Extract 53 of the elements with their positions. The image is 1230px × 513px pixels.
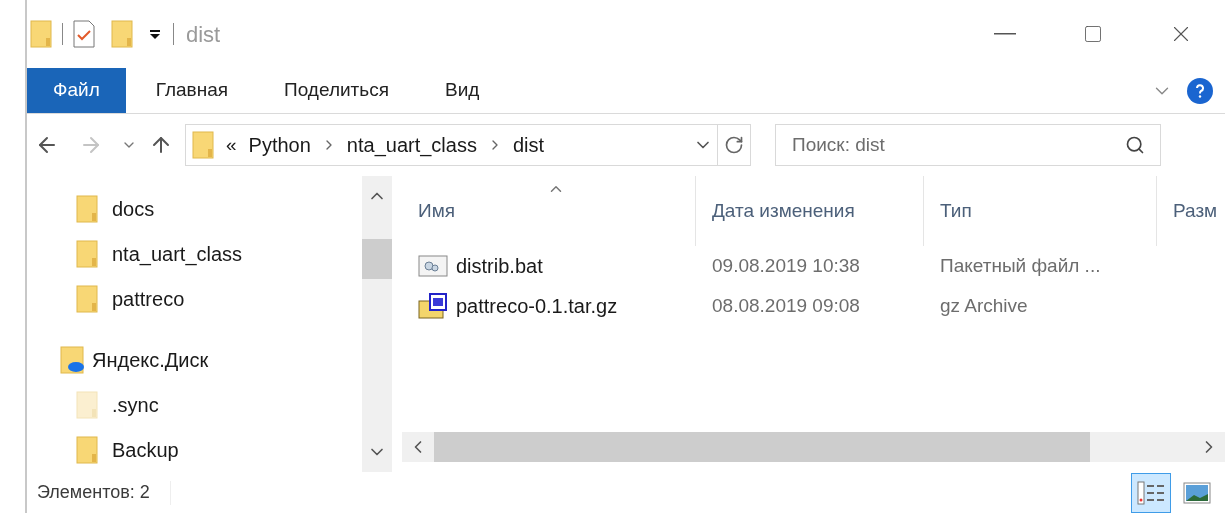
scroll-thumb[interactable] <box>362 239 392 279</box>
column-header[interactable]: Дата изменения <box>696 176 924 246</box>
table-cell-text: 09.08.2019 10:38 <box>711 253 861 278</box>
details-list-icon <box>1136 479 1166 506</box>
column-header[interactable]: Тип <box>924 176 1157 246</box>
minimize-icon <box>994 33 1016 35</box>
table-cell-text: Пакетный файл ... <box>939 253 1102 278</box>
column-header[interactable]: Имя <box>402 176 696 246</box>
refresh-icon[interactable] <box>724 135 744 155</box>
landscape-thumbnail-icon <box>1183 481 1211 504</box>
ribbon-tab[interactable]: Поделиться <box>258 68 415 113</box>
search-field[interactable]: Поиск: dist <box>775 124 1161 166</box>
nav-item[interactable]: Backup <box>27 427 362 472</box>
folder-icon <box>111 20 133 48</box>
ribbon-tab[interactable]: Главная <box>129 68 255 113</box>
horizontal-scrollbar[interactable] <box>402 432 1225 462</box>
cloud-folder-icon <box>60 345 86 374</box>
folder-icon <box>76 239 98 268</box>
file-name[interactable]: pattreco-0.1.tar.gz <box>456 291 618 321</box>
nav-item[interactable]: nta_uart_class <box>27 231 362 276</box>
dropdown-icon[interactable] <box>149 28 161 40</box>
folder-icon <box>76 284 98 313</box>
archive-icon <box>418 293 448 319</box>
details-view-button[interactable] <box>1131 472 1171 513</box>
gears-icon <box>418 255 448 277</box>
column-header[interactable]: Разм <box>1157 176 1217 246</box>
breadcrumb[interactable]: nta_uart_class <box>346 130 477 160</box>
address-bar[interactable]: « Python nta_uart_class dist <box>185 124 751 166</box>
folder-icon <box>192 131 214 159</box>
nav-item[interactable]: .sync <box>27 382 362 427</box>
maximize-icon <box>1083 24 1103 44</box>
status-text: Элементов: 2 <box>37 481 150 504</box>
nav-item[interactable]: docs <box>27 186 362 231</box>
overflow-chevron[interactable]: « <box>226 130 237 160</box>
checklist-icon[interactable] <box>73 20 95 48</box>
help-icon[interactable] <box>1187 77 1213 104</box>
table-cell-text: 08.08.2019 09:08 <box>711 293 861 318</box>
scroll-thumb[interactable] <box>434 432 1090 462</box>
ribbon-tab[interactable]: Вид <box>418 68 506 113</box>
folder-icon <box>76 435 98 464</box>
search-icon <box>1125 135 1145 155</box>
table-cell-text: gz Archive <box>939 293 1029 318</box>
folder-icon <box>76 194 98 223</box>
vertical-scrollbar[interactable] <box>362 176 392 472</box>
folder-icon <box>30 20 52 48</box>
breadcrumb[interactable]: Python <box>248 130 311 160</box>
nav-item[interactable]: pattreco <box>27 276 362 321</box>
nav-item[interactable]: Яндекс.Диск <box>27 337 362 382</box>
folder-icon <box>76 390 98 419</box>
window-title: dist <box>186 20 221 49</box>
breadcrumb[interactable]: dist <box>512 130 545 160</box>
file-name[interactable]: distrib.bat <box>456 251 543 281</box>
ribbon-tab[interactable]: Файл <box>27 68 126 113</box>
